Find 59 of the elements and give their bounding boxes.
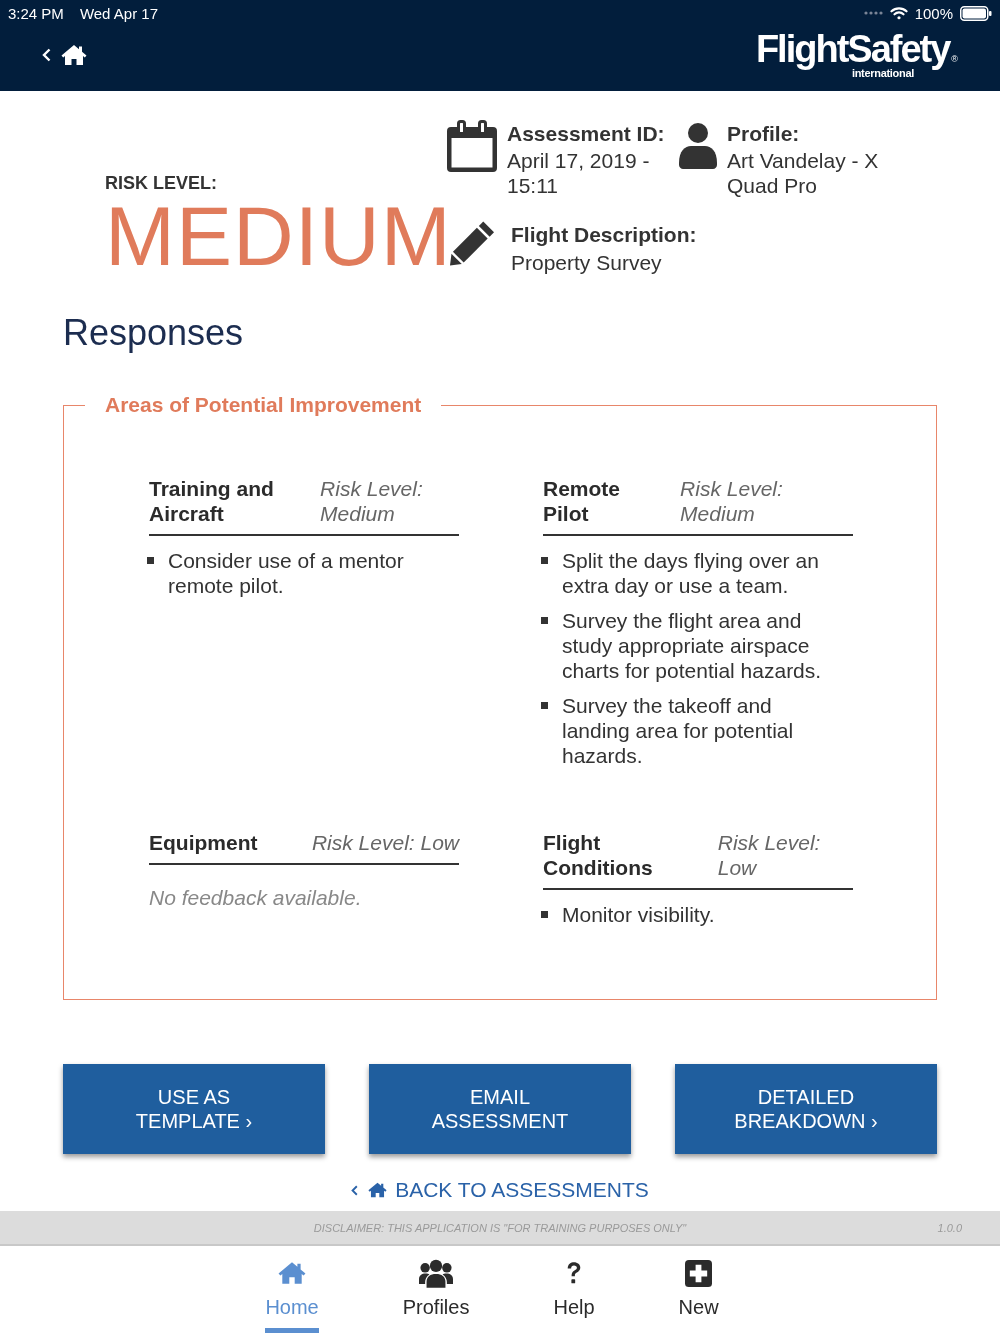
person-icon: [679, 123, 717, 169]
bullet-icon: [147, 557, 154, 564]
assessment-id-value: April 17, 2019 - 15:11: [507, 148, 651, 198]
calendar-icon: [447, 120, 497, 172]
profile-value: Art Vandelay - X Quad Pro: [727, 148, 880, 198]
category-name: Flight Conditions: [543, 830, 654, 880]
battery-icon: [960, 5, 992, 21]
risk-level-label: RISK LEVEL:: [105, 172, 217, 194]
risk-level-value: MEDIUM: [105, 194, 452, 278]
action-button[interactable]: EMAIL ASSESSMENT: [369, 1064, 631, 1154]
people-icon: [419, 1258, 454, 1288]
home-icon: [278, 1261, 307, 1285]
signal-dots-icon: [863, 11, 883, 15]
category-name: Training and Aircraft: [149, 476, 275, 526]
status-date: Wed Apr 17: [79, 4, 158, 22]
feedback-item: Consider use of a mentor remote pilot.: [168, 548, 405, 598]
question-mark-icon: [565, 1261, 583, 1285]
wifi-icon: [889, 6, 908, 20]
profile-label: Profile:: [727, 121, 800, 147]
bullet-icon: [541, 911, 548, 918]
tab[interactable]: Help: [553, 1246, 595, 1333]
category-name: Equipment: [149, 830, 258, 855]
home-icon: [61, 43, 87, 66]
category-risk-level: Risk Level: Low: [311, 830, 459, 855]
pencil-icon[interactable]: [450, 220, 495, 266]
bullet-icon: [541, 557, 548, 564]
logo-registered-mark: ®: [951, 54, 958, 64]
status-time: 3:24 PM: [8, 4, 64, 22]
flight-description-value: Property Survey: [511, 250, 662, 275]
no-feedback-message: No feedback available.: [149, 885, 362, 910]
bullet-icon: [541, 617, 548, 624]
feedback-item: Split the days flying over an extra day or use a team.: [562, 548, 820, 598]
back-to-assessments-link[interactable]: BACK TO ASSESSMENTS: [351, 1177, 649, 1203]
flight-description-label: Flight Description:: [511, 222, 697, 248]
chevron-left-icon: [42, 47, 51, 62]
home-button[interactable]: [42, 43, 87, 66]
bullet-icon: [541, 702, 548, 709]
disclaimer-text: DISCLAIMER: THIS APPLICATION IS "FOR TRAINING PURPOSES ONLY": [313, 1221, 687, 1234]
category-risk-level: Risk Level: Medium: [320, 476, 424, 526]
chevron-left-icon: [351, 1184, 359, 1196]
plus-icon: [685, 1259, 713, 1287]
panel-title: Areas of Potential Improvement: [104, 392, 423, 418]
category-name: Remote Pilot: [543, 476, 622, 526]
section-title: Responses: [63, 312, 244, 354]
logo-tagline: international: [851, 66, 914, 79]
battery-percent: 100%: [914, 4, 953, 22]
home-icon: [368, 1182, 388, 1198]
category-risk-level: Risk Level: Medium: [680, 476, 784, 526]
assessment-id-label: Assessment ID:: [507, 121, 665, 147]
tab[interactable]: New: [678, 1246, 719, 1333]
action-button[interactable]: DETAILED BREAKDOWN ›: [675, 1064, 937, 1154]
feedback-item: Survey the takeoff and landing area for potential hazards.: [562, 693, 795, 768]
version-label: 1.0.0: [937, 1221, 962, 1234]
category-risk-level: Risk Level: Low: [717, 830, 822, 880]
action-button[interactable]: USE AS TEMPLATE ›: [63, 1064, 325, 1154]
feedback-item: Survey the flight area and study appropriate airspace charts for potential hazards.: [562, 608, 823, 683]
tab[interactable]: Profiles: [402, 1246, 470, 1333]
tab[interactable]: Home: [265, 1246, 319, 1333]
feedback-item: Monitor visibility.: [562, 902, 715, 927]
